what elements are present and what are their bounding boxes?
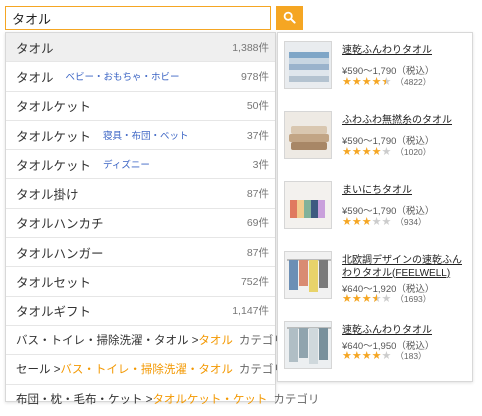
- suggestion-name: タオルケット: [16, 129, 92, 144]
- suggestion-item[interactable]: タオルケット ディズニー 3件: [6, 150, 275, 180]
- suggestion-count: 978件: [240, 70, 269, 83]
- product-price: ¥590〜1,790（税込）: [342, 206, 435, 217]
- product-rating: ★★★★★ （183）: [342, 350, 427, 362]
- product-title[interactable]: まいにちタオル: [342, 185, 468, 198]
- suggestion-name: タオルセット: [16, 276, 92, 291]
- product-image[interactable]: [284, 321, 332, 369]
- suggestion-count: 69件: [246, 217, 269, 230]
- product-image[interactable]: [284, 111, 332, 159]
- product-price: ¥590〜1,790（税込）: [342, 136, 435, 147]
- suggestion-item[interactable]: タオルハンカチ 69件: [6, 209, 275, 239]
- suggestion-count: 752件: [240, 276, 269, 289]
- product-title[interactable]: 速乾ふんわりタオル: [342, 325, 468, 338]
- review-count: （183）: [395, 351, 427, 361]
- category-label: カテゴリ: [273, 394, 320, 407]
- search-input[interactable]: [5, 6, 271, 30]
- suggestion-name: タオル掛け: [16, 188, 79, 203]
- product-title[interactable]: ふわふわ無撚糸のタオル: [342, 115, 468, 128]
- suggestion-item[interactable]: タオル 1,388件: [6, 33, 275, 63]
- category-suggestion[interactable]: 布団・枕・毛布・ケット > タオルケット・ケット カテゴリ: [6, 385, 319, 414]
- product-card[interactable]: 北欧調デザインの速乾ふんわりタオル(FEELWELL) ¥640〜1,920（税…: [284, 251, 468, 307]
- product-rating: ★★★★★ （934）: [342, 216, 427, 228]
- search-icon: [283, 11, 296, 24]
- category-path: セール >: [16, 364, 61, 377]
- rating-stars: ★★★★★: [342, 146, 392, 158]
- product-price: ¥590〜1,790（税込）: [342, 66, 435, 77]
- category-path: 布団・枕・毛布・ケット >: [16, 394, 153, 407]
- rating-stars: ★★★★★: [342, 350, 392, 362]
- category-highlight: バス・トイレ・掃除洗濯・タオル: [60, 364, 233, 377]
- suggestion-count: 50件: [246, 100, 269, 113]
- suggestion-item[interactable]: タオルギフト 1,147件: [6, 297, 275, 326]
- suggestion-dropdown: タオル 1,388件 タオル ベビー・おもちゃ・ホビー 978件 タオルケット …: [5, 32, 319, 406]
- suggestion-name: タオルハンカチ: [16, 217, 104, 232]
- product-title[interactable]: 速乾ふんわりタオル: [342, 45, 468, 58]
- suggestion-item[interactable]: タオル掛け 87件: [6, 179, 275, 209]
- search-button[interactable]: [276, 6, 303, 30]
- suggestion-item[interactable]: タオル ベビー・おもちゃ・ホビー 978件: [6, 62, 275, 92]
- suggestion-count: 87件: [246, 188, 269, 201]
- suggestion-count: 37件: [246, 129, 269, 142]
- category-path: バス・トイレ・掃除洗濯・タオル >: [16, 335, 199, 348]
- product-rating: ★★★★★ （1020）: [342, 146, 431, 158]
- suggestion-item[interactable]: タオルセット 752件: [6, 267, 275, 297]
- category-highlight: タオルケット・ケット: [152, 394, 268, 407]
- product-card[interactable]: 速乾ふんわりタオル ¥590〜1,790（税込） ★★★★★★ （4822）: [284, 41, 468, 97]
- suggestion-count: 3件: [252, 158, 269, 171]
- review-count: （1693）: [395, 294, 432, 304]
- review-count: （4822）: [395, 77, 432, 87]
- suggestion-name: タオルギフト: [16, 305, 92, 320]
- rating-stars: ★★★★★★: [342, 76, 392, 88]
- product-image[interactable]: [284, 41, 332, 89]
- category-suggestion[interactable]: セール > バス・トイレ・掃除洗濯・タオル カテゴリ: [6, 355, 285, 385]
- product-rating: ★★★★★★ （1693）: [342, 293, 431, 305]
- suggestion-item[interactable]: タオルケット 寝具・布団・ベット 37件: [6, 121, 275, 151]
- product-card[interactable]: 速乾ふんわりタオル ¥640〜1,950（税込） ★★★★★ （183）: [284, 321, 468, 377]
- suggestion-name: タオルハンガー: [16, 246, 104, 261]
- suggestion-count: 1,147件: [232, 305, 269, 318]
- product-card[interactable]: まいにちタオル ¥590〜1,790（税込） ★★★★★ （934）: [284, 181, 468, 237]
- product-card[interactable]: ふわふわ無撚糸のタオル ¥590〜1,790（税込） ★★★★★ （1020）: [284, 111, 468, 167]
- product-image[interactable]: [284, 181, 332, 229]
- product-image[interactable]: [284, 251, 332, 299]
- suggestion-category: ベビー・おもちゃ・ホビー: [65, 72, 180, 84]
- suggestion-name: タオル: [16, 70, 54, 85]
- rating-stars: ★★★★★★: [342, 293, 392, 305]
- category-suggestion[interactable]: バス・トイレ・掃除洗濯・タオル > タオル カテゴリ: [6, 326, 285, 356]
- suggestion-category: ディズニー: [103, 160, 150, 172]
- suggestion-name: タオル: [16, 41, 54, 56]
- product-rating: ★★★★★★ （4822）: [342, 76, 431, 88]
- suggestion-item[interactable]: タオルハンガー 87件: [6, 238, 275, 268]
- suggestion-item[interactable]: タオルケット 50件: [6, 92, 275, 121]
- suggestion-name: タオルケット: [16, 100, 92, 115]
- suggestion-count: 87件: [246, 246, 269, 259]
- category-highlight: タオル: [198, 335, 233, 348]
- review-count: （1020）: [395, 147, 432, 157]
- suggestion-category: 寝具・布団・ベット: [103, 131, 189, 143]
- review-count: （934）: [395, 217, 427, 227]
- product-suggestions: 速乾ふんわりタオル ¥590〜1,790（税込） ★★★★★★ （4822） ふ…: [277, 32, 473, 382]
- rating-stars: ★★★★★: [342, 216, 392, 228]
- product-title[interactable]: 北欧調デザインの速乾ふんわりタオル(FEELWELL): [342, 255, 468, 280]
- suggestion-count: 1,388件: [232, 41, 269, 54]
- suggestion-name: タオルケット: [16, 158, 92, 173]
